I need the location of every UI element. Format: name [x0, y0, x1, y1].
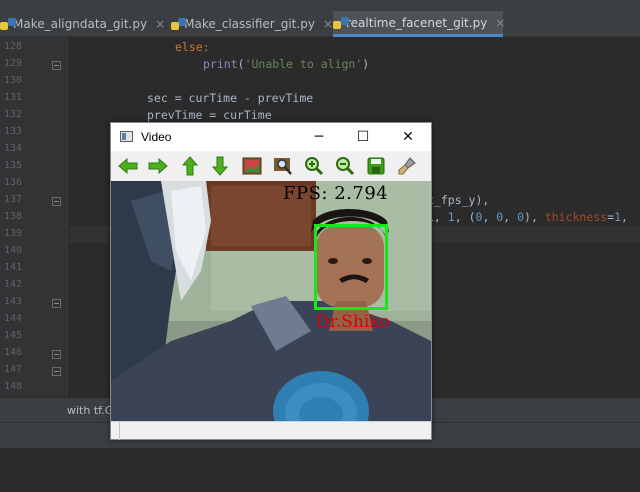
line-number-gutter: 128 129 130 131 132 133 134 135 136 137 …: [0, 37, 68, 397]
line-number: 129: [3, 58, 22, 69]
arrow-right-icon[interactable]: [147, 155, 169, 177]
tab-make-classifier[interactable]: Make_classifier_git.py ×: [170, 11, 333, 37]
line-number: 131: [3, 92, 22, 103]
fold-marker-icon[interactable]: [52, 197, 61, 206]
window-statusbar: [111, 421, 431, 440]
arrow-left-icon[interactable]: [117, 155, 139, 177]
video-frame: FPS: 2.794 Dr.Shiko: [111, 181, 431, 421]
tab-label: realtime_facenet_git.py: [346, 15, 488, 30]
line-number: 146: [3, 347, 22, 358]
close-icon[interactable]: ×: [155, 17, 165, 31]
fold-marker-icon[interactable]: [52, 350, 61, 359]
minimize-icon: ─: [314, 129, 324, 145]
code-line: print('Unable to align'): [203, 57, 370, 71]
python-file-icon: [170, 18, 187, 30]
code-keyword: else:: [175, 40, 210, 54]
code-text: ,: [503, 210, 518, 224]
line-number: 132: [3, 109, 22, 120]
window-titlebar[interactable]: Video ─ ☐ ✕: [111, 123, 431, 151]
code-line: sec = curTime - prevTime: [69, 90, 640, 107]
fold-marker-icon[interactable]: [52, 61, 61, 70]
code-param: thickness: [544, 210, 608, 224]
line-number: 142: [3, 279, 22, 290]
line-number: 148: [3, 381, 22, 392]
save-icon[interactable]: [365, 155, 387, 177]
line-number: 135: [3, 160, 22, 171]
tab-make-aligndata[interactable]: Make_aligndata_git.py ×: [0, 11, 165, 37]
line-number: 134: [3, 143, 22, 154]
video-window: Video ─ ☐ ✕ FPS: 2.794 Dr.Shiko: [110, 122, 432, 440]
brush-icon[interactable]: [396, 155, 418, 177]
line-number: 147: [3, 364, 22, 375]
arrow-down-icon[interactable]: [209, 155, 231, 177]
code-text: prevTime = curTime: [147, 108, 272, 122]
code-number: 1: [614, 210, 621, 224]
arrow-up-icon[interactable]: [179, 155, 201, 177]
minimize-button[interactable]: ─: [297, 123, 341, 151]
maximize-button[interactable]: ☐: [341, 123, 385, 151]
line-number: 143: [3, 296, 22, 307]
zoom-fit-icon[interactable]: [272, 155, 294, 177]
tab-realtime-facenet[interactable]: realtime_facenet_git.py ×: [333, 11, 505, 37]
tab-label: Make_aligndata_git.py: [13, 17, 148, 31]
code-text: , (: [454, 210, 476, 224]
code-text: ),: [524, 210, 545, 224]
code-number: 1: [447, 210, 455, 224]
tab-label: Make_classifier_git.py: [184, 17, 315, 31]
fold-marker-icon[interactable]: [52, 299, 61, 308]
face-bounding-box: [314, 224, 388, 310]
zoom-out-icon[interactable]: [334, 155, 356, 177]
code-text: ,: [621, 210, 628, 224]
line-number: 130: [3, 75, 22, 86]
line-number: 136: [3, 177, 22, 188]
code-string: 'Unable to align': [244, 57, 363, 71]
close-icon[interactable]: ×: [495, 16, 505, 30]
code-builtin: print: [203, 57, 238, 71]
face-label: Dr.Shiko: [316, 312, 390, 332]
fps-overlay: FPS: 2.794: [283, 183, 389, 204]
close-icon: ✕: [402, 129, 414, 145]
line-number: 139: [3, 228, 22, 239]
code-number: 0: [517, 210, 525, 224]
code-line: else:: [69, 39, 640, 56]
line-number: 145: [3, 330, 22, 341]
editor-tab-bar: Make_aligndata_git.py × Make_classifier_…: [0, 0, 640, 37]
line-number: 137: [3, 194, 22, 205]
close-button[interactable]: ✕: [386, 123, 430, 151]
code-text: sec = curTime - prevTime: [147, 91, 314, 105]
line-number: 141: [3, 262, 22, 273]
line-number: 144: [3, 313, 22, 324]
close-icon[interactable]: ×: [323, 17, 333, 31]
code-text: ,: [482, 210, 497, 224]
fold-marker-icon[interactable]: [52, 367, 61, 376]
breadcrumb-text[interactable]: with tf.G: [67, 404, 113, 417]
window-title: Video: [141, 130, 172, 144]
window-app-icon: [120, 131, 133, 142]
code-text: t_fps_y),: [427, 193, 490, 207]
maximize-icon: ☐: [356, 129, 370, 145]
run-panel: [0, 448, 640, 492]
line-number: 138: [3, 211, 22, 222]
video-toolbar: [111, 151, 431, 181]
zoom-in-icon[interactable]: [303, 155, 325, 177]
line-number: 140: [3, 245, 22, 256]
image-icon[interactable]: [241, 155, 263, 177]
line-number: 128: [3, 41, 22, 52]
status-divider: [119, 422, 120, 440]
line-number: 133: [3, 126, 22, 137]
